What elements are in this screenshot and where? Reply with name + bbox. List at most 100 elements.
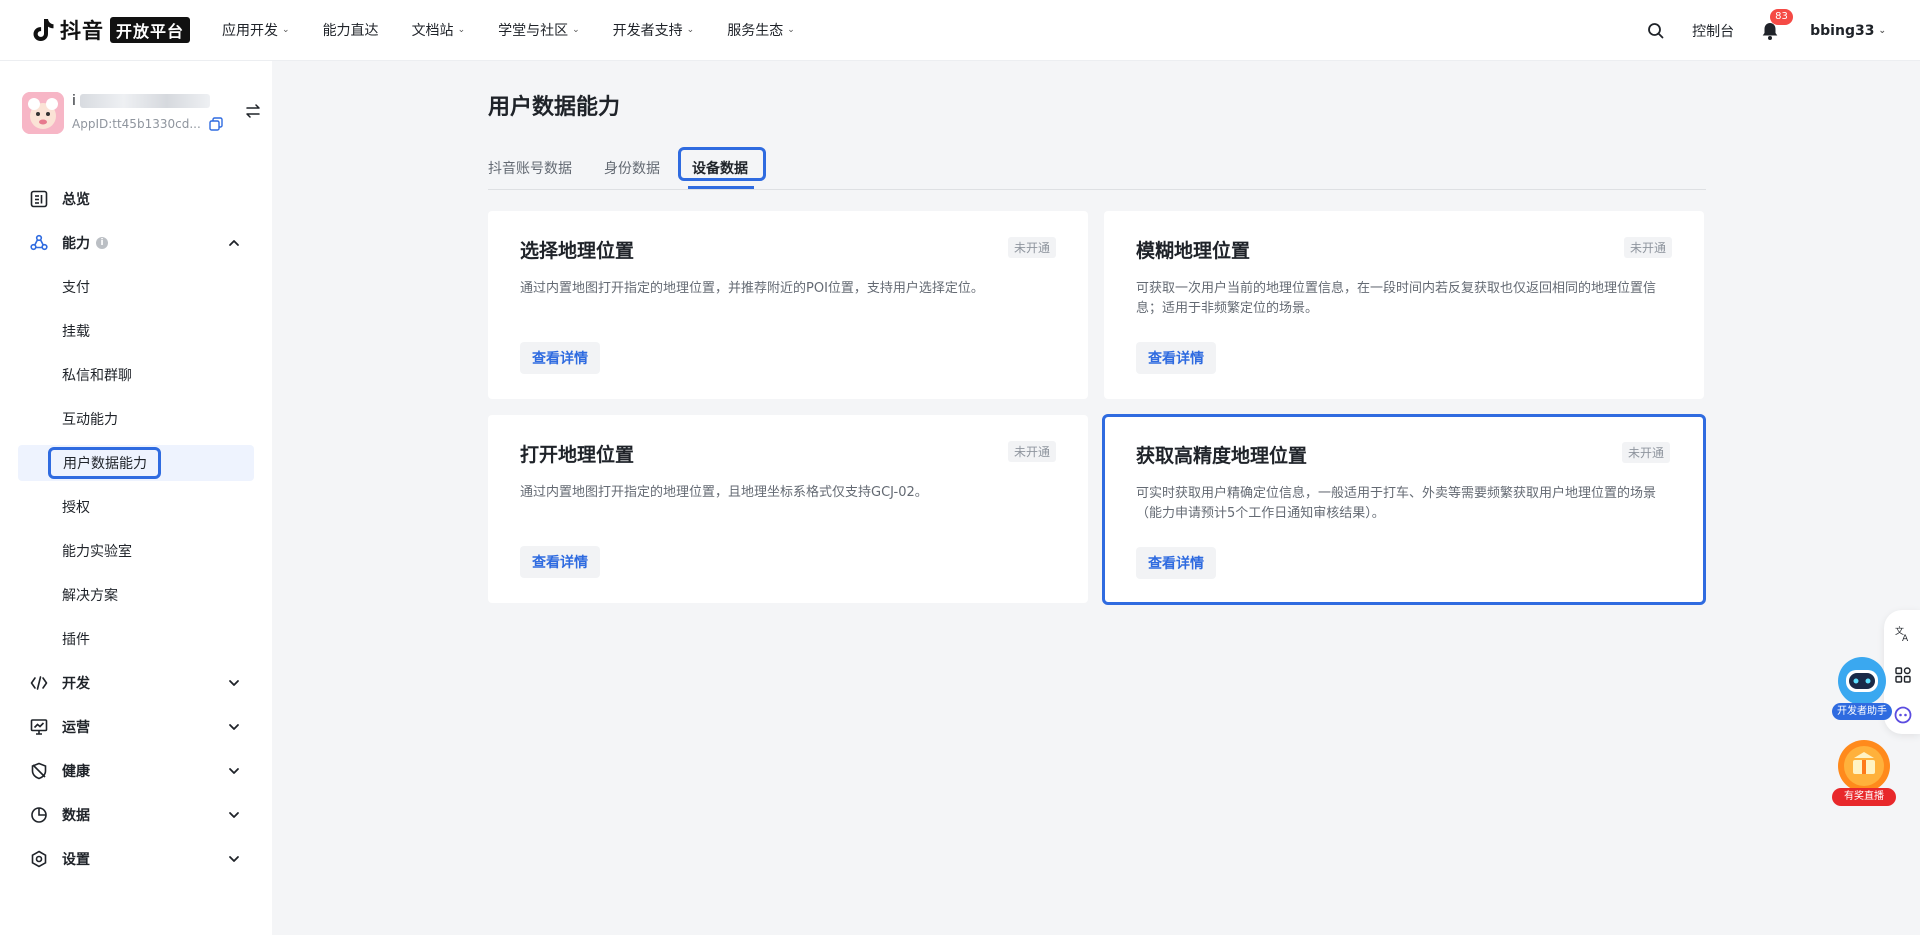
douyin-logo-icon xyxy=(33,19,54,41)
pie-chart-icon xyxy=(31,807,47,823)
sidebar-item-label: 能力 xyxy=(62,236,90,252)
switch-app-icon[interactable] xyxy=(244,102,262,120)
sidebar-subitem-lab[interactable]: 能力实验室 xyxy=(18,533,254,569)
chevron-down-icon xyxy=(229,812,239,818)
sidebar-subitem-messages[interactable]: 私信和群聊 xyxy=(18,357,254,393)
nav-docs[interactable]: 文档站 ⌄ xyxy=(412,20,466,40)
chevron-down-icon: ⌄ xyxy=(1878,25,1886,36)
chevron-down-icon: ⌄ xyxy=(282,25,290,35)
view-details-button[interactable]: 查看详情 xyxy=(520,546,600,578)
nav-capability[interactable]: 能力直达 xyxy=(323,20,379,40)
tab-bar: 抖音账号数据 身份数据 设备数据 xyxy=(488,147,1706,190)
brand-name: 抖音 xyxy=(60,19,104,43)
card-title: 打开地理位置 xyxy=(520,444,635,466)
svg-text:A: A xyxy=(1902,634,1909,642)
sidebar-item-overview[interactable]: 总览 xyxy=(18,181,254,217)
sidebar-item-label: 总览 xyxy=(62,192,90,208)
app-avatar xyxy=(22,92,64,134)
tab-identity-data[interactable]: 身份数据 xyxy=(604,147,660,189)
card-title: 获取高精度地理位置 xyxy=(1136,445,1308,467)
tab-active-underline xyxy=(688,186,754,189)
capability-card-precise-location: 获取高精度地理位置 未开通 可实时获取用户精确定位信息，一般适用于打车、外卖等需… xyxy=(1102,414,1706,605)
card-description: 通过内置地图打开指定的地理位置，并推荐附近的POI位置，支持用户选择定位。 xyxy=(520,281,984,296)
chevron-up-icon xyxy=(229,240,239,246)
sidebar-subitem-mount[interactable]: 挂载 xyxy=(18,313,254,349)
sidebar-item-operations[interactable]: 运营 xyxy=(18,709,254,745)
sidebar-item-develop[interactable]: 开发 xyxy=(18,665,254,701)
chevron-down-icon: ⌄ xyxy=(787,25,795,35)
sidebar-item-capability[interactable]: 能力 i xyxy=(18,225,254,261)
top-right-actions: 控制台 83 bbing33 ⌄ xyxy=(1646,0,1920,61)
sidebar-subitem-interaction[interactable]: 互动能力 xyxy=(18,401,254,437)
developer-assistant-button[interactable]: 开发者助手 xyxy=(1832,655,1892,723)
nav-academy[interactable]: 学堂与社区 ⌄ xyxy=(498,20,580,40)
chevron-down-icon xyxy=(229,768,239,774)
view-details-button[interactable]: 查看详情 xyxy=(520,342,600,374)
page-title: 用户数据能力 xyxy=(488,95,621,120)
live-reward-button[interactable]: 有奖直播 xyxy=(1832,738,1896,808)
status-badge: 未开通 xyxy=(1007,237,1056,258)
app-name: i xyxy=(72,93,222,109)
card-title: 模糊地理位置 xyxy=(1136,240,1251,262)
nav-service-eco[interactable]: 服务生态 ⌄ xyxy=(727,20,795,40)
sidebar-menu: 总览 能力 i 支付 挂载 私信和群聊 互动能力 用户数据能力 授权 能力实验室… xyxy=(18,181,254,885)
notification-count-badge: 83 xyxy=(1770,8,1793,25)
settings-hexagon-icon xyxy=(31,850,47,868)
sidebar-item-settings[interactable]: 设置 xyxy=(18,841,254,877)
card-description: 可获取一次用户当前的地理位置信息，在一段时间内若反复获取也仅返回相同的地理位置信… xyxy=(1136,281,1657,316)
sidebar-subitem-user-data[interactable]: 用户数据能力 xyxy=(18,445,254,481)
card-description: 可实时获取用户精确定位信息，一般适用于打车、外卖等需要频繁获取用户地理位置的场景… xyxy=(1136,486,1657,521)
brand-badge: 开放平台 xyxy=(110,17,191,43)
sidebar-subitem-authorization[interactable]: 授权 xyxy=(18,489,254,525)
sidebar-subitem-payment[interactable]: 支付 xyxy=(18,269,254,305)
notification-button[interactable]: 83 xyxy=(1760,8,1793,41)
status-badge: 未开通 xyxy=(1621,442,1670,463)
capability-card-select-location: 选择地理位置 未开通 通过内置地图打开指定的地理位置，并推荐附近的POI位置，支… xyxy=(488,211,1088,399)
chevron-down-icon: ⌄ xyxy=(457,25,466,35)
app-selector[interactable]: i AppID:tt45b1330cd... xyxy=(22,90,262,140)
user-menu[interactable]: bbing33 ⌄ xyxy=(1810,23,1886,39)
search-icon[interactable] xyxy=(1646,21,1666,41)
status-badge: 未开通 xyxy=(1623,237,1672,258)
chat-bot-icon[interactable] xyxy=(1894,706,1912,724)
chevron-down-icon xyxy=(229,724,239,730)
username: bbing33 xyxy=(1810,22,1875,39)
capability-card-fuzzy-location: 模糊地理位置 未开通 可获取一次用户当前的地理位置信息，在一段时间内若反复获取也… xyxy=(1104,211,1704,399)
card-description: 通过内置地图打开指定的地理位置，且地理坐标系格式仅支持GCJ-02。 xyxy=(520,485,928,500)
app-id: AppID:tt45b1330cd... xyxy=(72,117,223,131)
card-title: 选择地理位置 xyxy=(520,240,635,262)
chevron-down-icon xyxy=(229,680,239,686)
apps-grid-icon[interactable] xyxy=(1894,666,1912,684)
live-reward-label: 有奖直播 xyxy=(1832,788,1896,806)
sidebar-subitem-solutions[interactable]: 解决方案 xyxy=(18,577,254,613)
tab-highlight-frame xyxy=(678,147,766,181)
code-icon xyxy=(30,676,48,690)
top-navigation-bar: 抖音 开放平台 应用开发 ⌄ 能力直达 文档站 ⌄ 学堂与社区 ⌄ 开发者支持 ⌄ 服务… xyxy=(0,0,1920,61)
sidebar-item-label: 运营 xyxy=(62,720,90,736)
nav-dev-support[interactable]: 开发者支持 ⌄ xyxy=(613,20,695,40)
view-details-button[interactable]: 查看详情 xyxy=(1136,547,1216,579)
status-badge: 未开通 xyxy=(1007,441,1056,462)
info-icon[interactable]: i xyxy=(96,237,108,249)
sidebar-item-label: 数据 xyxy=(62,808,90,824)
sidebar-item-label: 开发 xyxy=(62,676,90,692)
chevron-down-icon: ⌄ xyxy=(572,25,580,35)
dashboard-icon xyxy=(30,190,48,208)
chevron-down-icon xyxy=(229,856,239,862)
live-gift-icon xyxy=(1838,740,1890,792)
chevron-down-icon: ⌄ xyxy=(686,25,695,35)
health-shield-icon xyxy=(31,762,47,780)
copy-icon[interactable] xyxy=(209,117,223,131)
sidebar-item-label: 设置 xyxy=(62,852,90,868)
sidebar-item-data[interactable]: 数据 xyxy=(18,797,254,833)
tab-douyin-account-data[interactable]: 抖音账号数据 xyxy=(488,147,572,189)
console-link[interactable]: 控制台 xyxy=(1692,21,1734,41)
nav-app-dev[interactable]: 应用开发 ⌄ xyxy=(222,20,290,40)
douyin-open-platform-logo[interactable]: 抖音 开放平台 xyxy=(30,0,191,61)
sidebar-subitem-plugins[interactable]: 插件 xyxy=(18,621,254,657)
sidebar-item-health[interactable]: 健康 xyxy=(18,753,254,789)
view-details-button[interactable]: 查看详情 xyxy=(1136,342,1216,374)
sidebar-item-label: 健康 xyxy=(62,764,90,780)
app-avatar-image xyxy=(22,92,64,134)
translate-icon[interactable]: 文 A xyxy=(1894,624,1912,642)
